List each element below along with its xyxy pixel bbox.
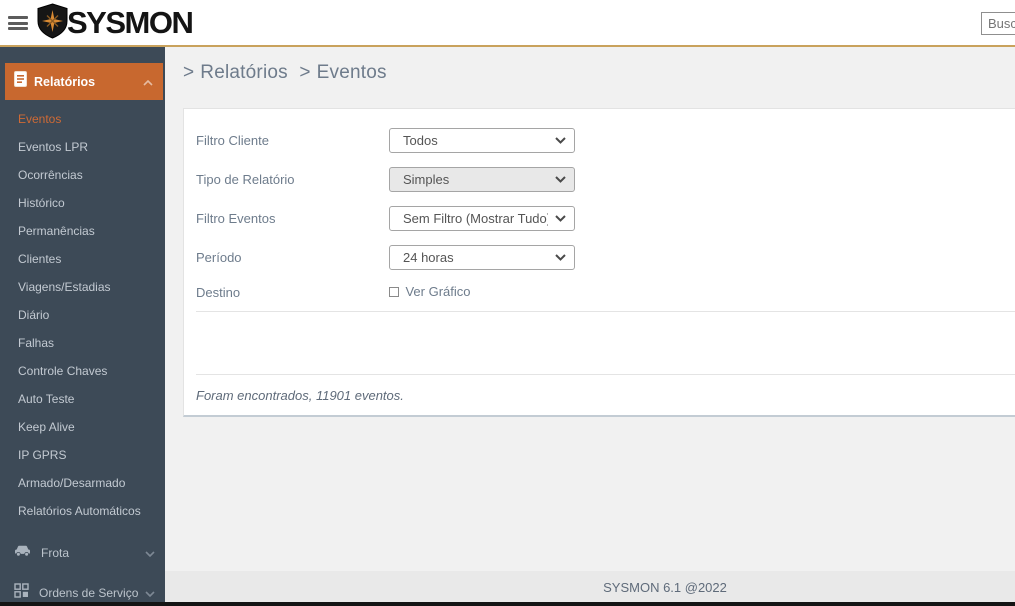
sidebar-item-controle-chaves[interactable]: Controle Chaves — [0, 357, 165, 385]
top-header: SYSMON — [0, 0, 1015, 47]
field-label: Tipo de Relatório — [196, 172, 389, 187]
sidebar-item-eventos[interactable]: Eventos — [0, 105, 165, 133]
field-label: Filtro Cliente — [196, 133, 389, 148]
sidebar-item-label: Frota — [41, 546, 145, 560]
filters-form: Filtro Cliente Todos Tipo de Relatório S… — [196, 109, 1015, 311]
breadcrumb: > Relatórios > Eventos — [165, 47, 1015, 84]
form-row-destino: Destino Ver Gráfico — [196, 277, 1015, 307]
sidebar-item-auto-teste[interactable]: Auto Teste — [0, 385, 165, 413]
shield-logo-icon — [36, 3, 69, 44]
footer-version-text: SYSMON 6.1 @2022 — [603, 580, 727, 595]
sidebar-item-keep-alive[interactable]: Keep Alive — [0, 413, 165, 441]
breadcrumb-relatorios[interactable]: Relatórios — [200, 62, 288, 83]
sidebar-item-permanencias[interactable]: Permanências — [0, 217, 165, 245]
grid-icon — [14, 583, 29, 603]
results-placeholder-area — [196, 311, 1015, 374]
sidebar-item-ip-gprs[interactable]: IP GPRS — [0, 441, 165, 469]
brand-title: SYSMON — [67, 5, 192, 41]
filtro-eventos-select[interactable]: Sem Filtro (Mostrar Tudo) — [389, 206, 575, 231]
sidebar-navigation: Relatórios Eventos Eventos LPR Ocorrênci… — [0, 47, 165, 606]
sidebar-item-relatorios[interactable]: Relatórios — [5, 63, 163, 100]
chevron-up-icon — [143, 73, 153, 91]
sidebar-item-frota[interactable]: Frota — [0, 539, 165, 567]
periodo-select[interactable]: 24 horas — [389, 245, 575, 270]
sidebar-item-historico[interactable]: Histórico — [0, 189, 165, 217]
form-row-filtro-eventos: Filtro Eventos Sem Filtro (Mostrar Tudo) — [196, 199, 1015, 238]
hamburger-menu-icon[interactable] — [8, 16, 28, 30]
form-row-tipo-de-relatorio: Tipo de Relatório Simples — [196, 160, 1015, 199]
chevron-down-icon — [145, 544, 155, 562]
main-content: > Relatórios > Eventos Filtro Cliente Todo… — [165, 47, 1015, 571]
car-icon — [14, 544, 31, 562]
breadcrumb-separator: > — [183, 62, 194, 83]
ver-grafico-label[interactable]: Ver Gráfico — [405, 284, 470, 299]
results-summary-text: Foram encontrados, 11901 eventos. — [196, 388, 404, 403]
app-logo[interactable]: SYSMON — [36, 5, 192, 41]
results-summary-section: Foram encontrados, 11901 eventos. — [196, 374, 1015, 415]
field-label: Período — [196, 250, 389, 265]
sidebar-item-eventos-lpr[interactable]: Eventos LPR — [0, 133, 165, 161]
sidebar-item-armado-desarmado[interactable]: Armado/Desarmado — [0, 469, 165, 497]
form-row-filtro-cliente: Filtro Cliente Todos — [196, 121, 1015, 160]
breadcrumb-eventos[interactable]: Eventos — [317, 62, 387, 83]
sidebar-item-label: Ordens de Serviço — [39, 586, 145, 600]
window-bottom-edge — [0, 602, 1015, 606]
form-row-periodo: Período 24 horas — [196, 238, 1015, 277]
sidebar-item-ocorrencias[interactable]: Ocorrências — [0, 161, 165, 189]
search-input[interactable] — [981, 12, 1015, 35]
filtro-cliente-select[interactable]: Todos — [389, 128, 575, 153]
field-label: Destino — [196, 285, 389, 300]
sidebar-item-diario[interactable]: Diário — [0, 301, 165, 329]
report-filter-panel: Filtro Cliente Todos Tipo de Relatório S… — [183, 108, 1015, 417]
reports-submenu: Eventos Eventos LPR Ocorrências Históric… — [0, 100, 165, 525]
report-document-icon — [14, 71, 27, 92]
page-footer: SYSMON 6.1 @2022 — [165, 571, 1015, 603]
sidebar-item-viagens-estadias[interactable]: Viagens/Estadias — [0, 273, 165, 301]
ver-grafico-checkbox[interactable] — [389, 287, 399, 297]
sidebar-item-label: Relatórios — [34, 75, 143, 89]
field-label: Filtro Eventos — [196, 211, 389, 226]
chevron-down-icon — [145, 584, 155, 602]
tipo-de-relatorio-select[interactable]: Simples — [389, 167, 575, 192]
sidebar-item-relatorios-automaticos[interactable]: Relatórios Automáticos — [0, 497, 165, 525]
sidebar-item-falhas[interactable]: Falhas — [0, 329, 165, 357]
breadcrumb-separator: > — [299, 62, 310, 83]
sidebar-item-clientes[interactable]: Clientes — [0, 245, 165, 273]
